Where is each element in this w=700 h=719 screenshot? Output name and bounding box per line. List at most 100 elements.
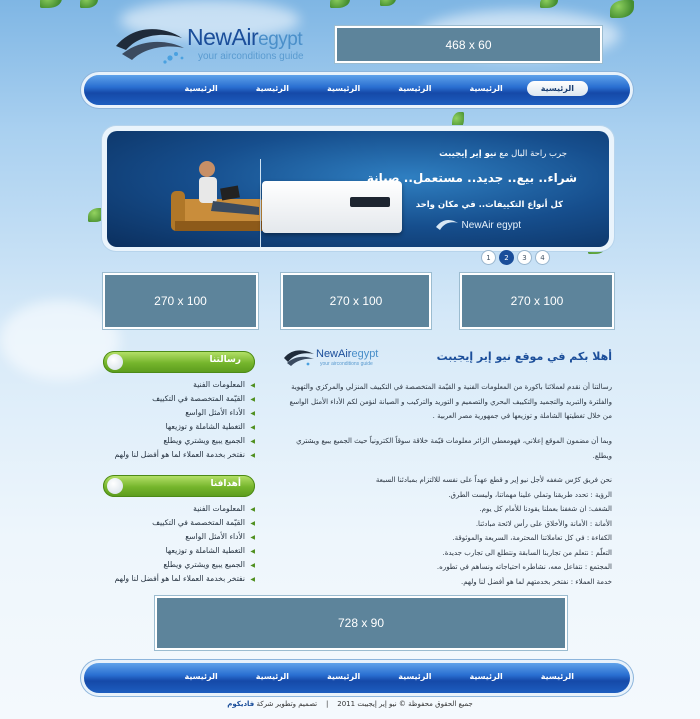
list-item-label: التغطية الشاملة و توزيعها — [165, 546, 245, 555]
pill-knob-icon — [107, 354, 123, 370]
pill-knob-icon — [107, 478, 123, 494]
bullet-arrow-icon: ◀ — [250, 506, 255, 513]
bullet-arrow-icon: ◀ — [250, 520, 255, 527]
list-item-label: الأداء الأمثل الواسع — [185, 408, 245, 417]
list-item-label: التغطية الشاملة و توزيعها — [165, 422, 245, 431]
list-item[interactable]: ◀ الأداء الأمثل الواسع — [103, 406, 255, 420]
principle-line: خدمة العملاء : نفتخر بخدمتهم لما هو أفضل… — [460, 577, 612, 586]
credit-brand-link[interactable]: فاديكوم — [227, 700, 254, 708]
ad-banner-bottom[interactable]: 728 x 90 — [155, 596, 567, 650]
content-logo-tagline: your airconditions guide — [320, 361, 373, 367]
ad-box-3[interactable]: 270 x 100 — [460, 273, 614, 329]
bullet-arrow-icon: ◀ — [250, 452, 255, 459]
list-item[interactable]: ◀ القيّمة المتخصصة في التكييف — [103, 392, 255, 406]
ad-banner-top[interactable]: 468 x 60 — [335, 26, 602, 63]
nav-item-home[interactable]: الرئيسية — [242, 81, 303, 96]
ad-top-label: 468 x 60 — [445, 37, 492, 52]
content-logo-name-suffix: egypt — [351, 348, 379, 360]
site-logo[interactable]: NewAiregypt your airconditions guide — [112, 20, 322, 70]
principles-intro: نحن فريق كرّس شغفه لأجل نيو إير و قطع عه… — [375, 476, 612, 484]
principle-line: الرؤية : تحدد طريقنا وتملي علينا مهماتنا… — [448, 490, 612, 499]
logo-swoosh-icon — [116, 29, 184, 64]
mission-title: رسالتنا — [209, 355, 241, 365]
footer-nav-item-home[interactable]: الرئيسية — [171, 669, 232, 684]
pager-dot[interactable]: 3 — [517, 250, 532, 265]
content-logo: NewAiregypt your airconditions guide — [282, 346, 382, 372]
list-item-label: القيّمة المتخصصة في التكييف — [152, 394, 245, 403]
pager-dot-active[interactable]: 2 — [499, 250, 514, 265]
ac-display-panel — [350, 197, 390, 207]
bullet-arrow-icon: ◀ — [250, 562, 255, 569]
hero-slider[interactable]: جرب راحة البال مع نيو إير إيجيبت شراء.. … — [107, 131, 609, 247]
banner-divider — [260, 159, 261, 247]
nav-item-home-active[interactable]: الرئيسية — [526, 81, 588, 96]
ad-box-1[interactable]: 270 x 100 — [103, 273, 258, 329]
footer-nav-item-home[interactable]: الرئيسية — [242, 669, 303, 684]
nav-item-home[interactable]: الرئيسية — [384, 81, 445, 96]
bullet-arrow-icon: ◀ — [250, 534, 255, 541]
sidebar-heading-goals: أهدافنا — [103, 475, 255, 497]
pager-dot[interactable]: 1 — [481, 250, 496, 265]
bullet-arrow-icon: ◀ — [250, 438, 255, 445]
footer-nav-item-home[interactable]: الرئيسية — [527, 669, 588, 684]
list-item-label: الجميع يبيع ويشتري ويطلع — [163, 560, 245, 569]
list-item[interactable]: ◀ نفتخر بخدمة العملاء لما هو أفضل لنا ول… — [103, 572, 255, 586]
logo-wordmark: NewAiregypt — [187, 24, 303, 51]
slider-pager: 1 2 3 4 — [481, 250, 550, 265]
banner-line-1: جرب راحة البال مع نيو إير إيجيبت — [439, 149, 567, 159]
top-nav: الرئيسية الرئيسية الرئيسية الرئيسية الرئ… — [84, 75, 630, 105]
pager-dot[interactable]: 4 — [535, 250, 550, 265]
banner-line-2: شراء.. بيع.. جديد.. مستعمل.. صيانة — [366, 171, 577, 185]
footer-nav-item-home[interactable]: الرئيسية — [384, 669, 445, 684]
nav-item-home[interactable]: الرئيسية — [456, 81, 517, 96]
list-item[interactable]: ◀ التغطية الشاملة و توزيعها — [103, 420, 255, 434]
mission-list: ◀ المعلومات الفنية ◀ القيّمة المتخصصة في… — [103, 378, 255, 462]
footer-separator: | — [326, 700, 329, 708]
bullet-arrow-icon: ◀ — [250, 576, 255, 583]
bullet-arrow-icon: ◀ — [250, 548, 255, 555]
banner-logo-text: NewAir egypt — [461, 219, 521, 231]
bullet-arrow-icon: ◀ — [250, 396, 255, 403]
logo-name: NewAir — [187, 24, 259, 50]
site-info-paragraph: وبما أن مضمون الموقع إعلاني، فهومعطي الز… — [296, 437, 612, 460]
list-item-label: المعلومات الفنية — [193, 504, 245, 513]
ad-box-2[interactable]: 270 x 100 — [281, 273, 431, 329]
list-item[interactable]: ◀ الجميع يبيع ويشتري ويطلع — [103, 558, 255, 572]
goals-list: ◀ المعلومات الفنية ◀ القيّمة المتخصصة في… — [103, 502, 255, 586]
list-item-label: نفتخر بخدمة العملاء لما هو أفضل لنا ولهم — [114, 574, 245, 583]
list-item-label: نفتخر بخدمة العملاء لما هو أفضل لنا ولهم — [114, 450, 245, 459]
sidebar-heading-mission: رسالتنا — [103, 351, 255, 373]
bullet-arrow-icon: ◀ — [250, 424, 255, 431]
copyright-text: جميع الحقوق محفوظة © نيو إير إيجيبت 2011 — [337, 700, 473, 708]
footer-nav-item-home[interactable]: الرئيسية — [456, 669, 517, 684]
bullet-arrow-icon: ◀ — [250, 410, 255, 417]
footer-nav-item-home[interactable]: الرئيسية — [313, 669, 374, 684]
list-item-label: الأداء الأمثل الواسع — [185, 532, 245, 541]
logo-name-suffix: egypt — [258, 29, 303, 50]
banner-line-3: كل أنواع التكييفات.. في مكان واحد — [415, 200, 563, 210]
intro-paragraph: رسالتنا أن نقدم لعملائنا باكورة من المعل… — [289, 383, 612, 420]
credit-text: تصميم وتطوير شركة — [254, 700, 318, 708]
welcome-text: أهلا بكم في موقع — [511, 350, 612, 363]
principle-line: الشغف: ان شغفنا بعملنا يقودنا للأمام كل … — [479, 505, 612, 513]
principle-line: المجتمع : نتفاعل معه، نشاطره احتياجاته و… — [436, 563, 612, 571]
banner-line1-text: جرب راحة البال مع — [496, 149, 567, 159]
ad-box2-label: 270 x 100 — [329, 294, 383, 308]
list-item[interactable]: ◀ الأداء الأمثل الواسع — [103, 530, 255, 544]
list-item[interactable]: ◀ نفتخر بخدمة العملاء لما هو أفضل لنا ول… — [103, 448, 255, 462]
goals-title: أهدافنا — [210, 479, 241, 489]
list-item-label: المعلومات الفنية — [193, 380, 245, 389]
principles-paragraph: نحن فريق كرّس شغفه لأجل نيو إير و قطع عه… — [282, 473, 612, 589]
footer-copyright: جميع الحقوق محفوظة © نيو إير إيجيبت 2011… — [0, 700, 700, 708]
list-item[interactable]: ◀ القيّمة المتخصصة في التكييف — [103, 516, 255, 530]
list-item[interactable]: ◀ الجميع يبيع ويشتري ويطلع — [103, 434, 255, 448]
list-item[interactable]: ◀ المعلومات الفنية — [103, 502, 255, 516]
list-item[interactable]: ◀ التغطية الشاملة و توزيعها — [103, 544, 255, 558]
nav-item-home[interactable]: الرئيسية — [313, 81, 374, 96]
content-logo-swoosh-icon — [284, 350, 314, 366]
list-item[interactable]: ◀ المعلومات الفنية — [103, 378, 255, 392]
banner-line1-brand: نيو إير إيجيبت — [439, 149, 497, 159]
nav-item-home[interactable]: الرئيسية — [171, 81, 232, 96]
list-item-label: الجميع يبيع ويشتري ويطلع — [163, 436, 245, 445]
ad-bottom-label: 728 x 90 — [337, 616, 385, 630]
